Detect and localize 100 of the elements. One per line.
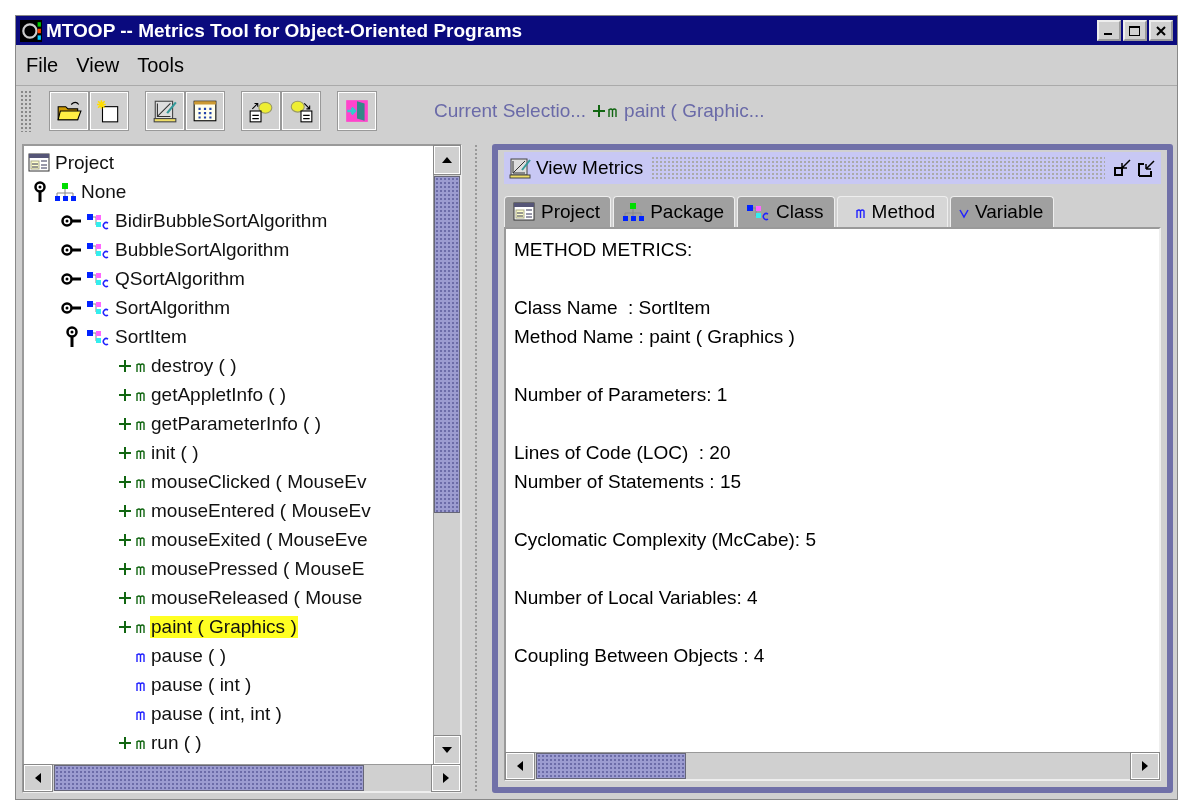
metric-line: Number of Parameters: 1 xyxy=(514,383,729,407)
metric-line: Class Name : SortItem xyxy=(514,296,712,320)
scroll-left-button[interactable] xyxy=(24,765,52,791)
tree-item[interactable]: mouseReleased ( Mouse xyxy=(150,586,364,609)
metric-line: Cyclomatic Complexity (McCabe): 5 xyxy=(514,528,817,552)
scroll-thumb[interactable] xyxy=(434,176,460,513)
tree-item[interactable]: getAppletInfo ( ) xyxy=(150,383,288,406)
chart-icon xyxy=(152,98,178,124)
plus-icon xyxy=(118,445,132,460)
menu-item[interactable]: File xyxy=(20,53,65,77)
collapsed-handle-icon[interactable] xyxy=(61,271,83,286)
scroll-right-button[interactable] xyxy=(1131,753,1159,779)
plus-icon xyxy=(118,474,132,489)
tree-item[interactable]: pause ( ) xyxy=(150,644,227,667)
tree-item[interactable]: QSortAlgorithm xyxy=(114,267,246,290)
maximize-frame-icon[interactable] xyxy=(1137,158,1157,178)
right-arrow-icon xyxy=(1141,760,1149,772)
maximize-button[interactable] xyxy=(1123,20,1147,41)
tab[interactable]: Method xyxy=(836,196,948,227)
metric-line: Coupling Between Objects : 4 xyxy=(514,644,766,668)
horizontal-scrollbar[interactable] xyxy=(24,764,460,791)
plus-icon xyxy=(118,619,132,634)
scroll-thumb[interactable] xyxy=(536,753,687,779)
exit-button[interactable] xyxy=(338,92,376,130)
plus-icon xyxy=(118,503,132,518)
export-button[interactable] xyxy=(242,92,280,130)
tree-item[interactable]: getParameterInfo ( ) xyxy=(150,412,323,435)
plus-icon xyxy=(592,104,607,118)
scroll-up-button[interactable] xyxy=(434,146,460,174)
new-file-button[interactable] xyxy=(90,92,128,130)
import-button[interactable] xyxy=(282,92,320,130)
tab[interactable]: Class xyxy=(737,196,835,227)
vertical-scrollbar[interactable] xyxy=(433,146,460,764)
tree-item[interactable]: BubbleSortAlgorithm xyxy=(114,238,291,261)
project-icon xyxy=(513,202,535,222)
tree-item[interactable]: SortAlgorithm xyxy=(114,296,232,319)
plus-icon xyxy=(118,416,132,431)
table-button[interactable] xyxy=(186,92,224,130)
close-icon xyxy=(1154,24,1168,37)
project-icon xyxy=(28,152,50,173)
chart-icon xyxy=(508,156,532,180)
metric-line: Lines of Code (LOC) : 20 xyxy=(514,441,732,465)
minimize-frame-icon[interactable] xyxy=(1113,158,1133,178)
plus-icon xyxy=(118,590,132,605)
minimize-icon xyxy=(1103,32,1112,35)
database-import-icon xyxy=(288,98,314,124)
right-arrow-icon xyxy=(442,772,450,784)
tree-item[interactable]: paint ( Graphics ) xyxy=(150,615,298,638)
metric-line: Number of Statements : 15 xyxy=(514,470,743,494)
expanded-handle-icon[interactable] xyxy=(65,325,79,348)
tree-item[interactable]: None xyxy=(80,180,128,203)
metrics-window-title: View Metrics xyxy=(536,157,644,179)
plus-icon xyxy=(118,358,132,373)
tab[interactable]: Variable xyxy=(950,196,1055,227)
chart-button[interactable] xyxy=(146,92,184,130)
tree-item[interactable]: run ( ) xyxy=(150,731,203,754)
menu-item[interactable]: View xyxy=(70,53,126,77)
app-icon xyxy=(20,19,42,42)
door-icon xyxy=(344,98,370,124)
table-icon xyxy=(192,98,218,124)
collapsed-handle-icon[interactable] xyxy=(61,300,83,315)
toolbar-grip[interactable] xyxy=(20,90,32,132)
tree-item[interactable]: pause ( int, int ) xyxy=(150,702,283,725)
collapsed-handle-icon[interactable] xyxy=(61,242,83,257)
up-arrow-icon xyxy=(441,156,453,164)
scroll-thumb[interactable] xyxy=(54,765,365,791)
tree-item[interactable]: destroy ( ) xyxy=(150,354,238,377)
current-selection-value: paint ( Graphic... xyxy=(624,100,765,122)
window-title: MTOOP -- Metrics Tool for Object-Oriented Programs xyxy=(46,19,524,42)
horizontal-scrollbar[interactable] xyxy=(506,752,1159,779)
tab[interactable]: Package xyxy=(613,196,736,227)
left-arrow-icon xyxy=(516,760,524,772)
current-selection-label: Current Selectio... xyxy=(434,100,587,122)
scroll-left-button[interactable] xyxy=(506,753,534,779)
class-icon xyxy=(746,202,771,222)
collapsed-handle-icon[interactable] xyxy=(61,213,83,228)
tree-item[interactable]: mouseExited ( MouseEve xyxy=(150,528,369,551)
tree-item[interactable]: Project xyxy=(54,151,116,174)
expanded-handle-icon[interactable] xyxy=(33,180,47,203)
plus-icon xyxy=(118,561,132,576)
plus-icon xyxy=(118,532,132,547)
package-icon xyxy=(622,202,645,222)
tree-item[interactable]: pause ( int ) xyxy=(150,673,253,696)
tab[interactable]: Project xyxy=(504,196,612,227)
open-button[interactable] xyxy=(50,92,88,130)
plus-icon xyxy=(118,735,132,750)
minimize-button[interactable] xyxy=(1097,20,1121,41)
tree-item[interactable]: init ( ) xyxy=(150,441,200,464)
scroll-down-button[interactable] xyxy=(434,736,460,764)
tree-item[interactable]: mouseEntered ( MouseEv xyxy=(150,499,372,522)
tree-item[interactable]: SortItem xyxy=(114,325,188,348)
tree-item[interactable]: mousePressed ( MouseE xyxy=(150,557,366,580)
tree-item[interactable]: BidirBubbleSortAlgorithm xyxy=(114,209,329,232)
menu-item[interactable]: Tools xyxy=(131,53,190,77)
maximize-icon xyxy=(1128,24,1142,37)
metric-line: Method Name : paint ( Graphics ) xyxy=(514,325,796,349)
scroll-right-button[interactable] xyxy=(432,765,460,791)
close-button[interactable] xyxy=(1149,20,1173,41)
tree-item[interactable]: mouseClicked ( MouseEv xyxy=(150,470,368,493)
metric-line: Number of Local Variables: 4 xyxy=(514,586,759,610)
